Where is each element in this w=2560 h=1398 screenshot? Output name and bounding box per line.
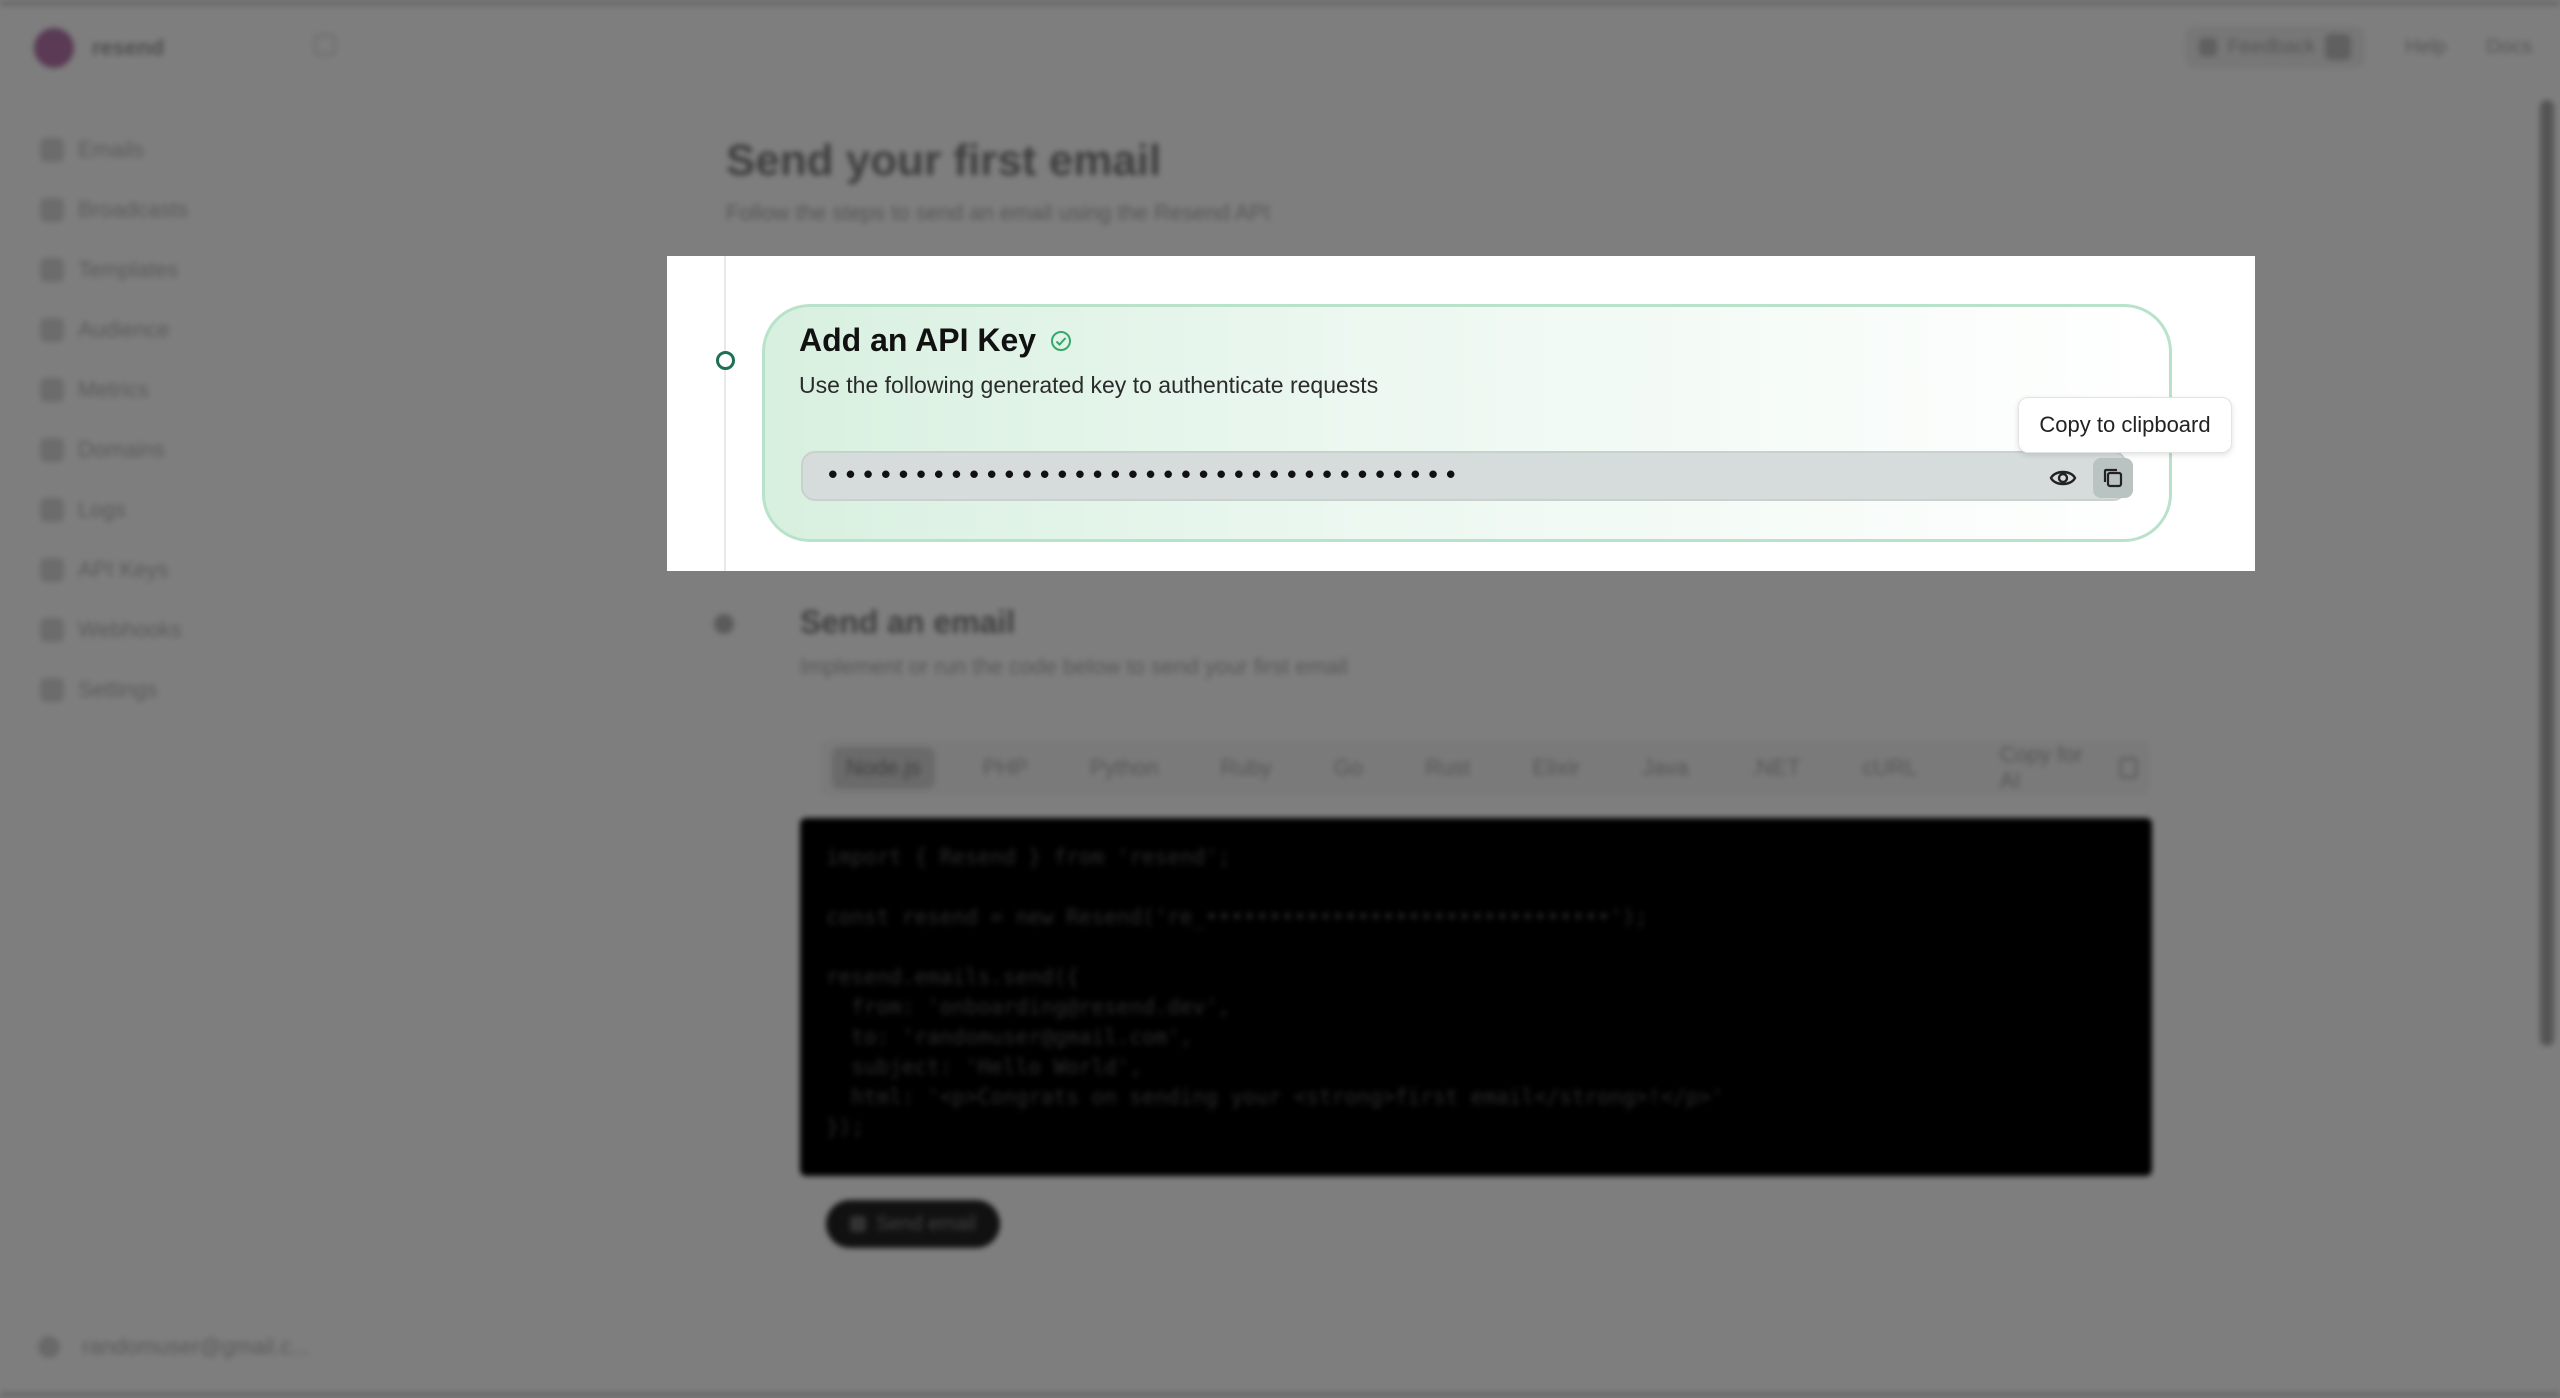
- docs-link[interactable]: Docs: [2486, 36, 2532, 59]
- topbar-actions: Feedback Help Docs: [2185, 26, 2532, 68]
- sidebar-item-domains[interactable]: Domains: [40, 420, 188, 480]
- sidebar-item-emails[interactable]: Emails: [40, 120, 188, 180]
- sidebar-item-api-keys[interactable]: API Keys: [40, 540, 188, 600]
- api-key-description: Use the following generated key to authe…: [799, 372, 1379, 398]
- copy-icon: [2103, 468, 2123, 488]
- help-link[interactable]: Help: [2405, 36, 2446, 59]
- shortcut-key: [2325, 34, 2352, 60]
- tab-ruby[interactable]: Ruby: [1206, 747, 1285, 789]
- copy-code-icon[interactable]: [2119, 757, 2138, 779]
- code-line: html: '<p>Congrats on sending your <stro…: [826, 1085, 1724, 1109]
- megaphone-icon: [40, 198, 64, 222]
- list-icon: [40, 498, 64, 522]
- sidebar-item-audience[interactable]: Audience: [40, 300, 188, 360]
- sidebar-nav: Emails Broadcasts Templates Audience Metrics…: [40, 120, 188, 720]
- code-line: const resend = new Resend('re_••••••••••…: [826, 905, 1648, 929]
- app-root: resend Emails Broadcasts Templates Audience…: [0, 0, 2560, 1398]
- sidebar-item-webhooks[interactable]: Webhooks: [40, 600, 188, 660]
- code-line: import { Resend } from 'resend';: [826, 845, 1231, 869]
- timeline-line: [724, 256, 726, 571]
- sidebar-item-label: Domains: [78, 437, 165, 462]
- sidebar-item-label: Logs: [78, 497, 126, 522]
- page-title: Send your first email: [726, 136, 1162, 185]
- brand-name: resend: [92, 35, 165, 60]
- scrollbar[interactable]: [2540, 100, 2554, 1046]
- tab-rust[interactable]: Rust: [1411, 747, 1484, 789]
- tab-curl[interactable]: cURL: [1849, 747, 1932, 789]
- user-email: randomuser@gmail.c...: [82, 1334, 310, 1359]
- feedback-button[interactable]: Feedback: [2185, 26, 2366, 68]
- sidebar-item-label: API Keys: [78, 557, 169, 582]
- chart-icon: [40, 378, 64, 402]
- webhook-icon: [40, 618, 64, 642]
- key-icon: [40, 558, 64, 582]
- sidebar-item-label: Broadcasts: [78, 197, 189, 222]
- api-key-value: ••••••••••••••••••••••••••••••••••••: [825, 461, 1461, 491]
- step2-dot: [714, 614, 734, 634]
- sidebar-item-label: Metrics: [78, 377, 149, 402]
- eye-icon[interactable]: [2049, 464, 2077, 492]
- brand[interactable]: resend: [34, 28, 164, 68]
- send-email-label: Send email: [875, 1212, 977, 1235]
- gear-icon: [40, 678, 64, 702]
- sidebar-item-label: Webhooks: [78, 617, 182, 642]
- sidebar: resend Emails Broadcasts Templates Audience…: [0, 0, 380, 1398]
- code-line: to: 'randomuser@gmail.com',: [826, 1025, 1193, 1049]
- tab-python[interactable]: Python: [1076, 747, 1173, 789]
- step1-dot: [716, 351, 735, 370]
- dimmed-background: resend Emails Broadcasts Templates Audience…: [0, 0, 2560, 1398]
- code-line: subject: 'Hello World',: [826, 1055, 1143, 1079]
- code-block: import { Resend } from 'resend'; const r…: [800, 818, 2152, 1176]
- step2-title: Send an email: [800, 604, 1016, 640]
- api-key-title: Add an API Key: [799, 322, 1037, 358]
- top-edge: [0, 0, 2560, 6]
- code-line: from: 'onboarding@resend.dev',: [826, 995, 1231, 1019]
- sidebar-item-label: Settings: [78, 677, 158, 702]
- sidebar-item-metrics[interactable]: Metrics: [40, 360, 188, 420]
- send-icon: [849, 1216, 866, 1232]
- check-circle-icon: [1051, 330, 1072, 351]
- sidebar-item-label: Audience: [78, 317, 170, 342]
- feedback-icon: [2199, 38, 2218, 56]
- api-key-heading: Add an API Key: [799, 322, 1072, 359]
- code-line: resend.emails.send({: [826, 965, 1079, 989]
- users-icon: [40, 318, 64, 342]
- tab-php[interactable]: PHP: [969, 747, 1042, 789]
- language-tabs: Node.js PHP Python Ruby Go Rust Elixir Java .NET…: [820, 740, 2150, 796]
- bottom-edge: [0, 1392, 2560, 1398]
- tab-net[interactable]: .NET: [1736, 747, 1814, 789]
- copy-key-button[interactable]: [2093, 458, 2133, 498]
- tab-elixir[interactable]: Elixir: [1518, 747, 1594, 789]
- step2-description: Implement or run the code below to send …: [800, 654, 1348, 679]
- tab-go[interactable]: Go: [1320, 747, 1377, 789]
- sidebar-item-label: Emails: [78, 137, 145, 162]
- tab-java[interactable]: Java: [1628, 747, 1702, 789]
- copy-tooltip: Copy to clipboard: [2018, 397, 2232, 453]
- globe-icon: [40, 438, 64, 462]
- sidebar-item-settings[interactable]: Settings: [40, 660, 188, 720]
- sidebar-item-templates[interactable]: Templates: [40, 240, 188, 300]
- api-key-field[interactable]: ••••••••••••••••••••••••••••••••••••: [801, 451, 2133, 501]
- sidebar-item-label: Templates: [78, 257, 179, 282]
- brand-logo: [34, 28, 74, 68]
- template-icon: [40, 258, 64, 282]
- page-subtitle: Follow the steps to send an email using …: [726, 200, 1271, 225]
- user-icon: [38, 1336, 60, 1358]
- sidebar-toggle-icon[interactable]: [314, 34, 336, 56]
- copy-as-dropdown[interactable]: Copy for AI: [2000, 742, 2086, 794]
- sidebar-user[interactable]: randomuser@gmail.c...: [38, 1334, 310, 1360]
- focus-highlight: •••••••••••••••••••••••••••••••••••• Add…: [667, 256, 2255, 571]
- tab-nodejs[interactable]: Node.js: [832, 747, 935, 789]
- send-email-button[interactable]: Send email: [826, 1200, 1000, 1248]
- feedback-label: Feedback: [2227, 35, 2316, 58]
- sidebar-item-broadcasts[interactable]: Broadcasts: [40, 180, 188, 240]
- sidebar-item-logs[interactable]: Logs: [40, 480, 188, 540]
- code-line: });: [826, 1115, 864, 1139]
- mail-icon: [40, 138, 64, 162]
